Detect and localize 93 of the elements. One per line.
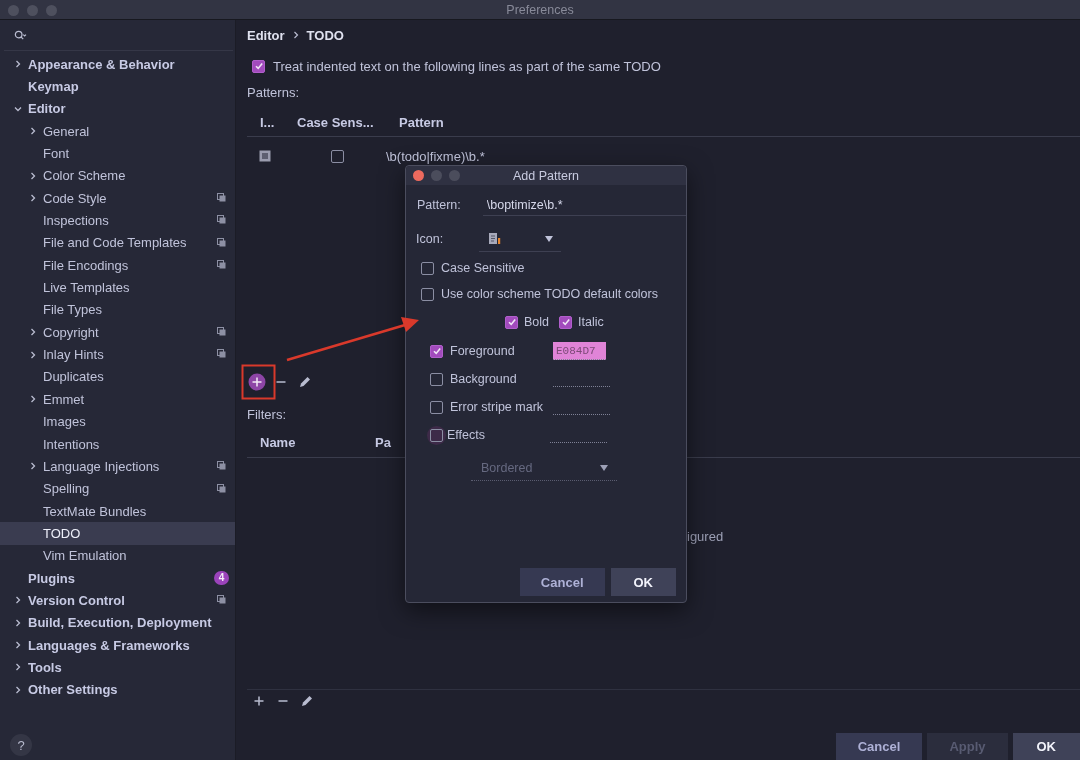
sidebar-item[interactable]: Color Scheme (0, 164, 235, 188)
checkbox-label[interactable]: Case Sensitive (441, 261, 525, 275)
column-header[interactable]: Pa (375, 434, 391, 450)
window-title: Preferences (506, 2, 574, 17)
dropdown-arrow-icon (545, 235, 554, 242)
column-header[interactable]: Case Sens... (289, 115, 386, 130)
column-header[interactable]: I... (247, 115, 289, 130)
chevron-right-icon[interactable] (29, 127, 37, 136)
sidebar-item[interactable]: Build, Execution, Deployment (0, 611, 235, 634)
sidebar-item[interactable]: Emmet (0, 388, 235, 411)
help-button[interactable]: ? (10, 734, 32, 756)
sidebar-item[interactable]: Other Settings (0, 678, 235, 701)
breadcrumb-item[interactable]: Editor (247, 27, 285, 43)
checkbox-label[interactable]: Italic (578, 315, 604, 329)
chevron-right-icon[interactable] (14, 60, 22, 69)
dropdown-arrow-icon (600, 464, 608, 471)
chevron-down-icon[interactable] (14, 104, 22, 113)
dialog-button[interactable]: Cancel (519, 568, 605, 596)
chevron-right-icon[interactable] (29, 171, 37, 180)
table-cell: \b(todo|fixme)\b.* (386, 148, 485, 164)
checkbox[interactable] (430, 400, 443, 414)
chevron-right-icon[interactable] (14, 641, 22, 650)
checkbox[interactable] (252, 59, 265, 73)
checkbox[interactable] (421, 261, 434, 275)
sidebar-item[interactable]: Languages & Frameworks (0, 633, 235, 657)
highlight-frame (241, 364, 276, 400)
dropdown-value: Bordered (481, 460, 533, 475)
checkbox-label[interactable]: Effects (447, 428, 550, 442)
checkbox[interactable] (505, 315, 518, 329)
add-icon[interactable] (248, 373, 266, 391)
sidebar-item[interactable]: Inlay Hints (0, 343, 235, 366)
sidebar-item[interactable]: Plugins 4 (0, 566, 235, 590)
sidebar-item[interactable]: Vim Emulation (0, 544, 235, 567)
checkbox-label[interactable]: Bold (524, 315, 550, 329)
pattern-field[interactable]: \boptimize\b.* (482, 194, 686, 216)
sidebar-item[interactable]: Editor (0, 97, 235, 121)
todo-icon (489, 231, 502, 246)
checkbox[interactable] (430, 372, 443, 386)
sidebar-item[interactable]: Duplicates (0, 365, 235, 389)
sidebar-item[interactable]: File Encodings (0, 254, 235, 277)
sidebar-item[interactable]: TODO (0, 522, 235, 545)
sidebar-item[interactable]: TextMate Bundles (0, 499, 235, 523)
empty-table-text: igured (687, 529, 724, 544)
chevron-right-icon[interactable] (29, 462, 37, 471)
sidebar-item[interactable]: Inspections (0, 209, 235, 232)
checkbox-label[interactable]: Background (450, 372, 553, 386)
dialog-button[interactable]: OK (1012, 733, 1080, 760)
sidebar-item[interactable]: General (0, 120, 235, 143)
checkbox[interactable] (331, 149, 344, 163)
close-icon[interactable] (413, 170, 424, 181)
sidebar-item[interactable]: Intentions (0, 432, 235, 456)
sidebar-item[interactable]: Code Style (0, 187, 235, 210)
chevron-right-icon (292, 31, 299, 39)
chevron-right-icon[interactable] (29, 328, 37, 337)
sidebar-item[interactable]: Spelling (0, 477, 235, 500)
sidebar-item[interactable]: Tools (0, 656, 235, 679)
dialog-button[interactable]: OK (610, 568, 676, 596)
chevron-right-icon[interactable] (29, 395, 37, 404)
sidebar-item[interactable]: File and Code Templates (0, 231, 235, 255)
checkbox-label[interactable]: Error stripe mark (450, 400, 553, 414)
chevron-right-icon[interactable] (14, 685, 22, 694)
column-header[interactable]: Pattern (386, 115, 444, 130)
field-label: Icon: (416, 232, 444, 246)
section-label: Filters: (247, 406, 286, 422)
checkbox-label[interactable]: Treat indented text on the following lines as part of the same TODO (273, 58, 661, 74)
sidebar-item[interactable]: File Types (0, 298, 235, 322)
column-header[interactable]: Name (247, 434, 363, 450)
breadcrumb-item[interactable]: TODO (306, 27, 344, 43)
search-icon[interactable] (14, 29, 27, 41)
checkbox[interactable] (430, 344, 443, 358)
sidebar-item[interactable]: Font (0, 142, 235, 165)
field-label: Pattern: (417, 198, 461, 212)
sidebar-item[interactable]: Copyright (0, 321, 235, 344)
sidebar-item[interactable]: Language Injections (0, 455, 235, 478)
checkbox-label[interactable]: Foreground (450, 344, 553, 358)
chevron-right-icon[interactable] (14, 663, 22, 672)
section-label: Patterns: (247, 84, 300, 100)
chevron-right-icon[interactable] (14, 596, 22, 605)
count-badge: 4 (214, 570, 229, 585)
sidebar-item[interactable]: Keymap (0, 75, 235, 98)
checkbox-label[interactable]: Use color scheme TODO default colors (441, 287, 658, 301)
dialog-title: Add Pattern (513, 168, 579, 183)
todo-icon (259, 150, 271, 162)
chevron-right-icon[interactable] (29, 350, 37, 359)
sidebar-item[interactable]: Appearance & Behavior (0, 53, 235, 76)
sidebar-item[interactable]: Live Templates (0, 276, 235, 299)
sidebar-item[interactable]: Images (0, 410, 235, 433)
checkbox[interactable] (559, 315, 573, 329)
checkbox[interactable] (421, 287, 434, 301)
dialog-button[interactable]: Cancel (835, 733, 923, 760)
chevron-right-icon[interactable] (29, 194, 37, 203)
sidebar-item[interactable]: Version Control (0, 589, 235, 612)
chevron-right-icon[interactable] (14, 618, 22, 627)
